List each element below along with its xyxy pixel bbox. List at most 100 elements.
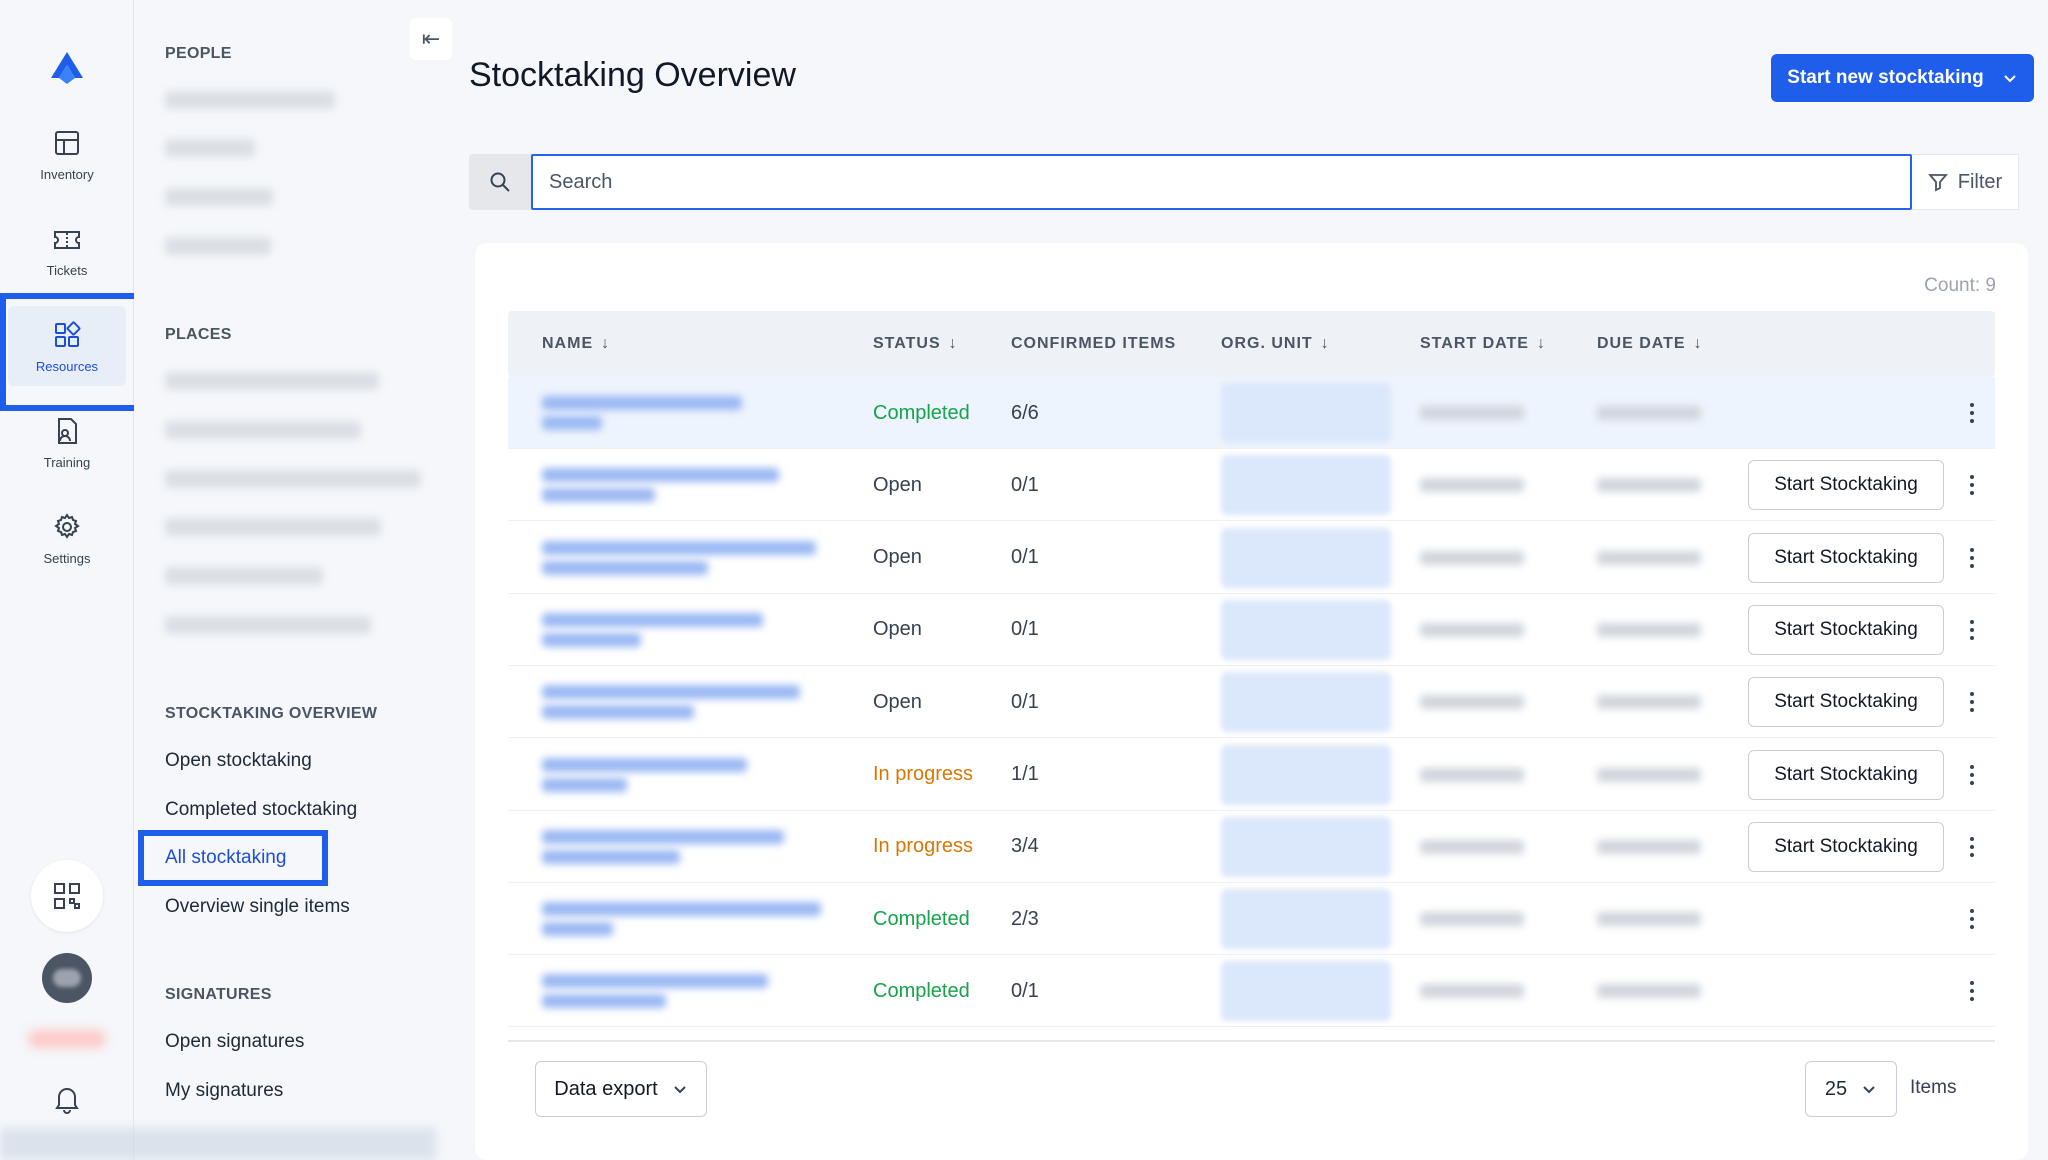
filter-icon xyxy=(1927,174,1948,192)
table-row[interactable]: Open 0/1 Start Stocktaking xyxy=(508,666,1995,739)
rail-item-label: Settings xyxy=(43,550,91,566)
sidebar-link-my-signatures[interactable]: My signatures xyxy=(165,1080,283,1102)
chevron-down-icon xyxy=(673,1086,686,1094)
table-row[interactable]: Open 0/1 Start Stocktaking xyxy=(508,594,1995,666)
column-start-date[interactable]: START DATE ↓ xyxy=(1420,335,1546,353)
people-link-redacted[interactable] xyxy=(165,139,255,157)
row-menu-kebab-icon[interactable] xyxy=(1964,761,1980,789)
row-menu-kebab-icon[interactable] xyxy=(1964,833,1980,861)
row-confirmed-items: 0/1 xyxy=(1011,979,1039,1002)
data-export-button[interactable]: Data export xyxy=(535,1061,707,1117)
start-stocktaking-button[interactable]: Start Stocktaking xyxy=(1748,749,1944,800)
row-name[interactable] xyxy=(542,955,832,1027)
row-confirmed-items: 2/3 xyxy=(1011,907,1039,930)
rail-item-settings[interactable]: Settings xyxy=(8,498,126,578)
sidebar-link-overview-single-items[interactable]: Overview single items xyxy=(165,896,350,918)
filter-label: Filter xyxy=(1957,170,2003,193)
sidebar-link-open-stocktaking[interactable]: Open stocktaking xyxy=(165,750,312,772)
qr-scan-button[interactable] xyxy=(31,860,103,932)
row-status: Open xyxy=(873,473,922,496)
row-name[interactable] xyxy=(542,522,832,594)
start-new-label: Start new stocktaking xyxy=(1787,67,1984,88)
section-people: PEOPLE xyxy=(165,45,232,62)
search-button[interactable] xyxy=(469,154,531,210)
column-label: NAME xyxy=(542,335,594,352)
logo-icon[interactable] xyxy=(47,48,87,88)
search-icon xyxy=(490,172,510,192)
column-name[interactable]: NAME ↓ xyxy=(542,335,610,353)
people-link-redacted[interactable] xyxy=(165,91,335,109)
rail-item-label: Tickets xyxy=(46,262,88,278)
column-org-unit[interactable]: ORG. UNIT ↓ xyxy=(1221,335,1330,353)
rail-item-tickets[interactable]: Tickets xyxy=(8,210,126,290)
start-stocktaking-button[interactable]: Start Stocktaking xyxy=(1748,677,1944,728)
filter-button[interactable]: Filter xyxy=(1912,154,2019,210)
start-stocktaking-button[interactable]: Start Stocktaking xyxy=(1748,460,1944,511)
row-org-unit-redacted xyxy=(1221,816,1391,877)
row-due-date-redacted xyxy=(1597,955,1701,1027)
row-menu-kebab-icon[interactable] xyxy=(1964,688,1980,716)
rail-item-resources[interactable]: Resources xyxy=(0,293,145,411)
row-start-date-redacted xyxy=(1420,666,1524,738)
row-org-unit-redacted xyxy=(1221,744,1391,805)
icon-rail: Inventory Tickets Resources Training Set… xyxy=(0,0,145,1160)
table-row[interactable]: Open 0/1 Start Stocktaking xyxy=(508,449,1995,522)
row-status: Open xyxy=(873,546,922,569)
places-link-redacted[interactable] xyxy=(165,616,371,634)
places-link-redacted[interactable] xyxy=(165,421,361,439)
bell-icon[interactable] xyxy=(51,1083,83,1115)
row-start-date-redacted xyxy=(1420,449,1524,521)
rail-item-inventory[interactable]: Inventory xyxy=(8,114,126,194)
row-confirmed-items: 3/4 xyxy=(1011,835,1039,858)
items-label: Items xyxy=(1910,1077,1957,1098)
places-link-redacted[interactable] xyxy=(165,518,381,536)
row-name[interactable] xyxy=(542,449,832,521)
places-link-redacted[interactable] xyxy=(165,372,379,390)
start-stocktaking-button[interactable]: Start Stocktaking xyxy=(1748,604,1944,655)
collapse-sidebar-button[interactable]: ⇤ xyxy=(410,18,452,60)
rail-item-label: Resources xyxy=(35,358,99,374)
rail-item-training[interactable]: Training xyxy=(8,402,126,482)
start-new-stocktaking-button[interactable]: Start new stocktaking xyxy=(1771,54,2034,102)
people-link-redacted[interactable] xyxy=(165,188,273,206)
start-stocktaking-button[interactable]: Start Stocktaking xyxy=(1748,821,1944,872)
row-name[interactable] xyxy=(542,666,832,738)
column-due-date[interactable]: DUE DATE ↓ xyxy=(1597,335,1703,353)
places-link-redacted[interactable] xyxy=(165,567,323,585)
table-row[interactable]: Open 0/1 Start Stocktaking xyxy=(508,522,1995,594)
table-row[interactable]: Completed 0/1 xyxy=(508,955,1995,1028)
search-input[interactable] xyxy=(531,154,1912,210)
sidebar-link-completed-stocktaking[interactable]: Completed stocktaking xyxy=(165,799,357,821)
row-status: In progress xyxy=(873,763,974,785)
start-stocktaking-button[interactable]: Start Stocktaking xyxy=(1748,532,1944,583)
row-confirmed-items: 0/1 xyxy=(1011,690,1039,713)
table-row[interactable]: Completed 2/3 xyxy=(508,883,1995,956)
table-row[interactable]: Completed 6/6 xyxy=(508,377,1995,449)
row-menu-kebab-icon[interactable] xyxy=(1964,905,1980,933)
row-name[interactable] xyxy=(542,594,832,666)
places-link-redacted[interactable] xyxy=(165,470,421,488)
column-status[interactable]: STATUS ↓ xyxy=(873,335,958,353)
row-menu-kebab-icon[interactable] xyxy=(1964,471,1980,499)
row-start-date-redacted xyxy=(1420,883,1524,955)
row-menu-kebab-icon[interactable] xyxy=(1964,544,1980,572)
page-size-select[interactable]: 25 xyxy=(1805,1061,1897,1117)
row-start-date-redacted xyxy=(1420,522,1524,594)
row-name[interactable] xyxy=(542,811,832,883)
row-name[interactable] xyxy=(542,739,832,811)
row-name[interactable] xyxy=(542,883,832,955)
row-name[interactable] xyxy=(542,377,832,449)
table-row[interactable]: In progress 3/4 Start Stocktaking xyxy=(508,811,1995,883)
row-menu-kebab-icon[interactable] xyxy=(1964,616,1980,644)
sidebar-link-open-signatures[interactable]: Open signatures xyxy=(165,1031,304,1053)
row-org-unit-redacted xyxy=(1221,889,1391,950)
column-label: ORG. UNIT xyxy=(1221,335,1313,352)
row-menu-kebab-icon[interactable] xyxy=(1964,977,1980,1005)
avatar[interactable] xyxy=(42,953,92,1003)
row-due-date-redacted xyxy=(1597,811,1701,883)
table-row[interactable]: In progress 1/1 Start Stocktaking xyxy=(508,739,1995,811)
row-start-date-redacted xyxy=(1420,739,1524,811)
people-link-redacted[interactable] xyxy=(165,237,271,255)
gear-icon xyxy=(54,512,80,539)
row-menu-kebab-icon[interactable] xyxy=(1964,399,1980,427)
